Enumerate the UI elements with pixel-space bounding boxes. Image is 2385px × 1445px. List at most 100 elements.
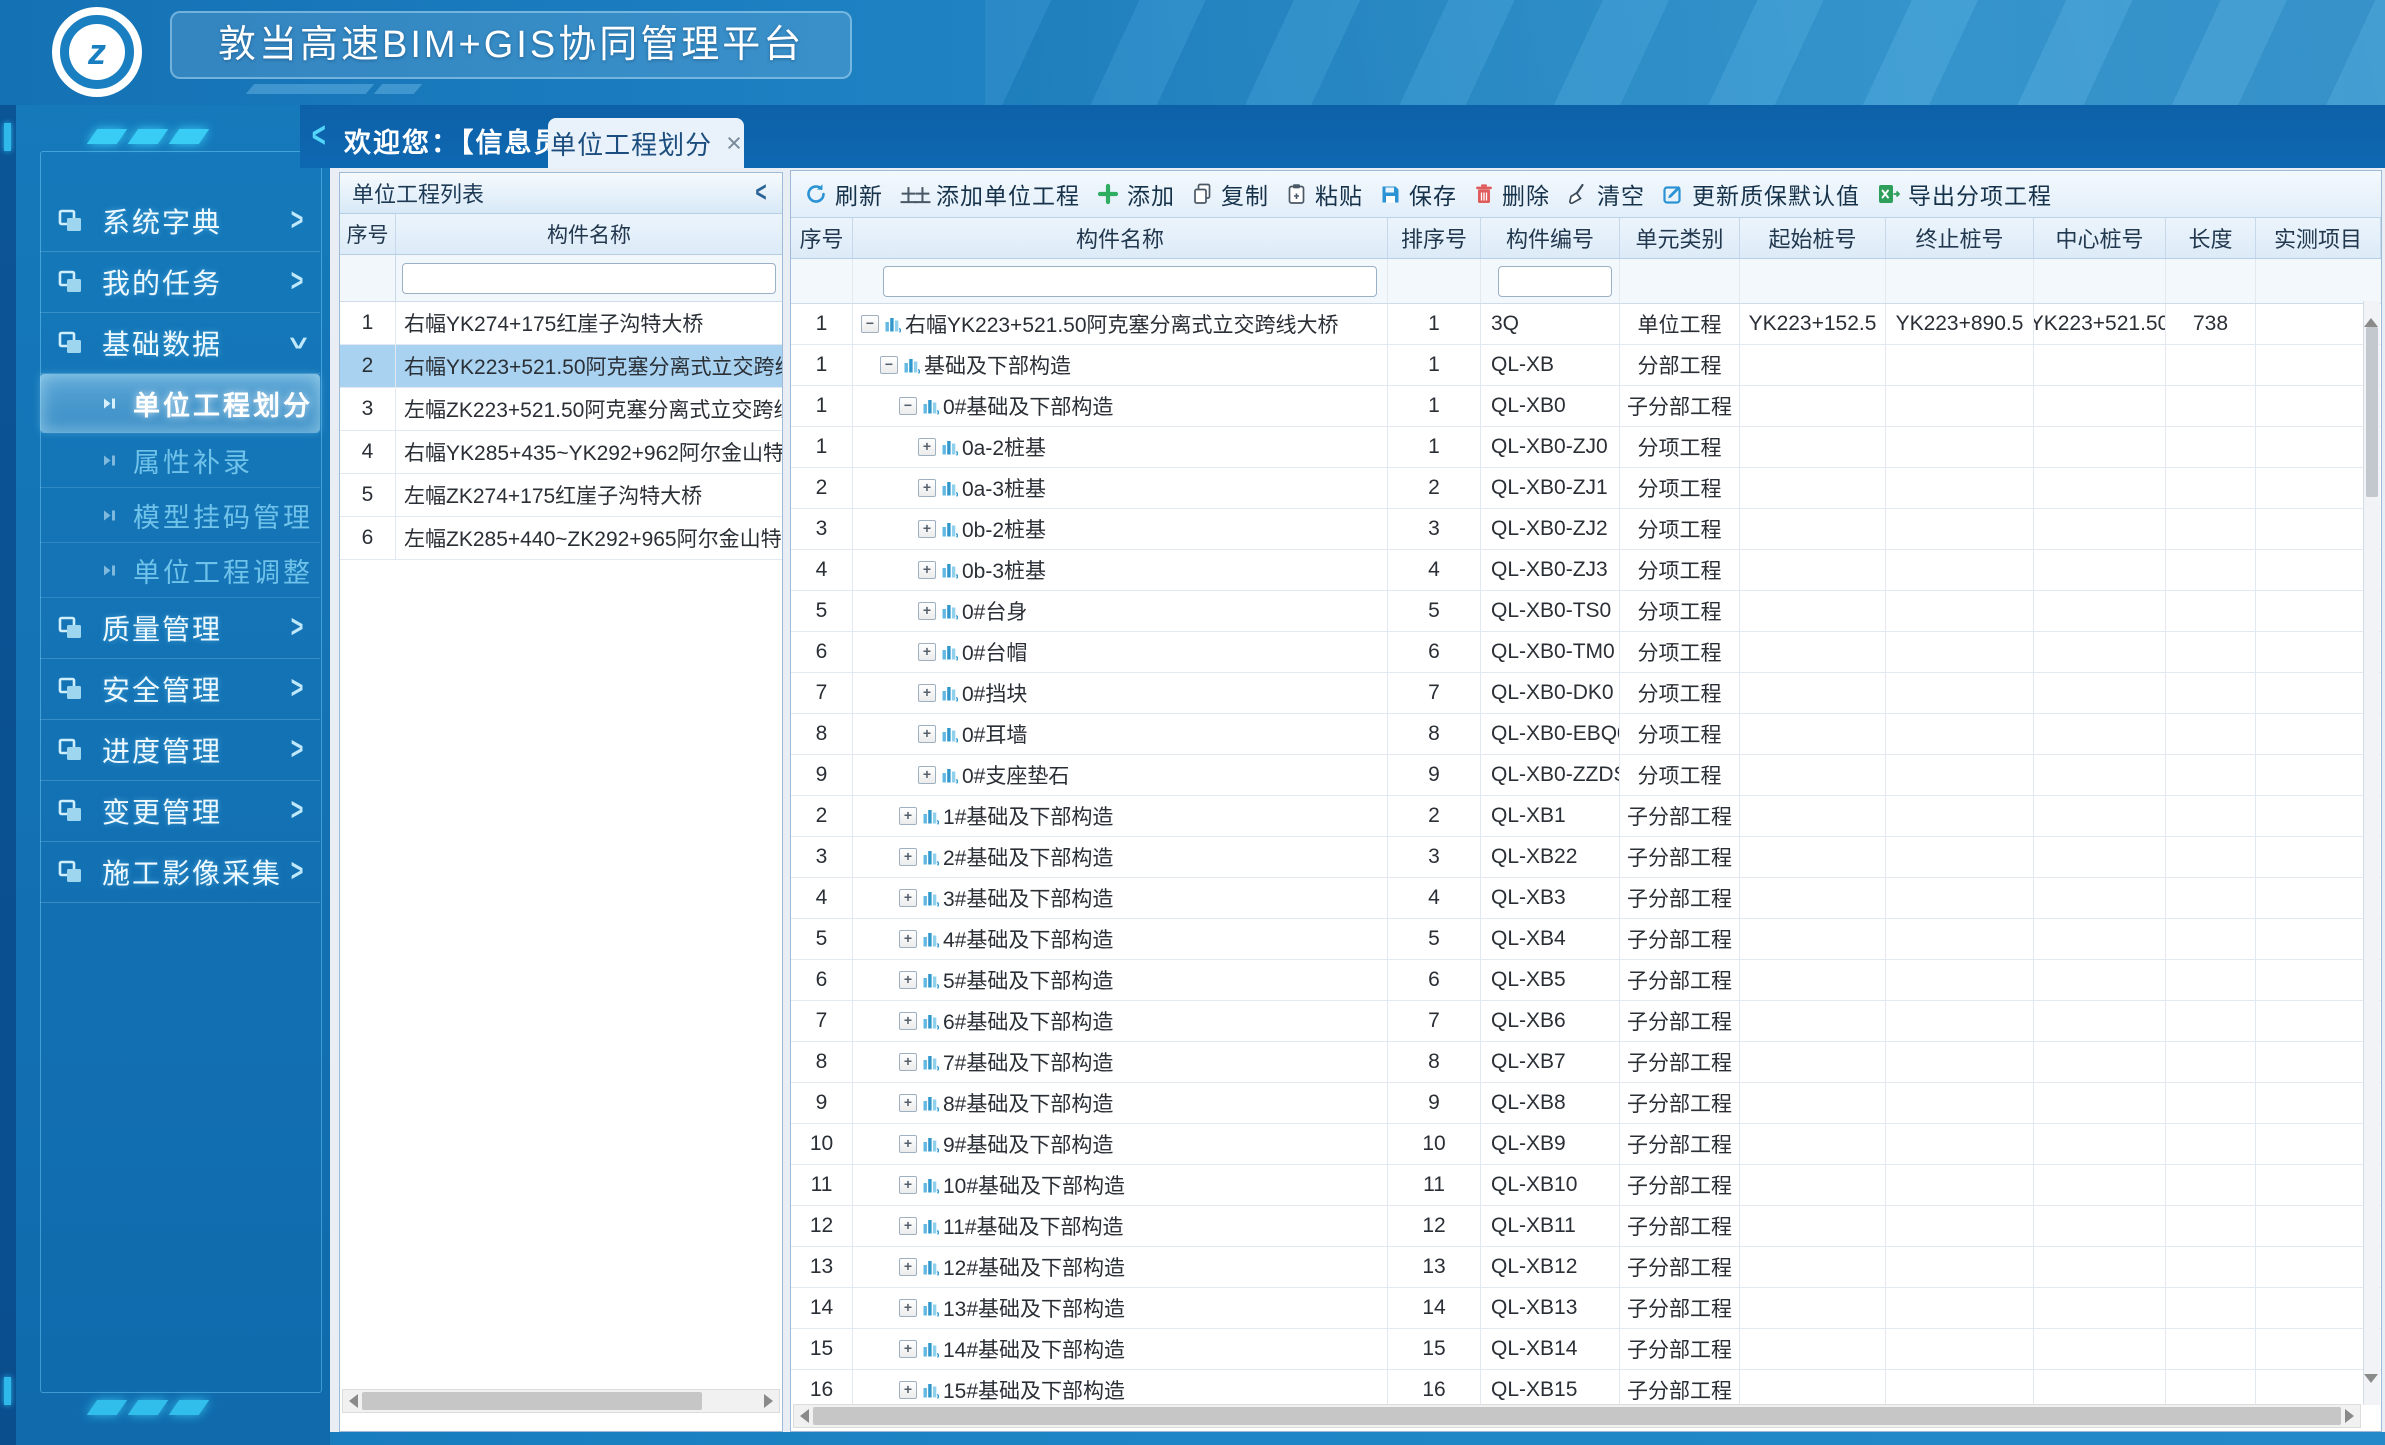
expand-icon[interactable]: + (918, 684, 936, 702)
expand-icon[interactable]: + (918, 725, 936, 743)
sidebar-subitem[interactable]: 属性补录 (40, 433, 320, 488)
expand-icon[interactable]: + (899, 1094, 917, 1112)
tab-unit-division[interactable]: 单位工程划分 × (548, 118, 744, 168)
name-filter-input[interactable] (883, 266, 1377, 297)
sidebar-item[interactable]: 变更管理> (40, 781, 320, 842)
table-row[interactable]: 5+4#基础及下部构造5QL-XB4子分部工程 (791, 919, 2381, 960)
expand-icon[interactable]: + (899, 1176, 917, 1194)
expand-icon[interactable]: + (918, 479, 936, 497)
expand-icon[interactable]: + (899, 930, 917, 948)
sidebar-item[interactable]: 系统字典> (40, 191, 320, 252)
expand-icon[interactable]: + (918, 561, 936, 579)
table-row[interactable]: 8+0#耳墙8QL-XB0-EBQ0分项工程 (791, 714, 2381, 755)
table-row[interactable]: 4+3#基础及下部构造4QL-XB3子分部工程 (791, 878, 2381, 919)
sidebar-item[interactable]: 进度管理> (40, 720, 320, 781)
expand-icon[interactable]: + (918, 520, 936, 538)
expand-icon[interactable]: + (899, 1135, 917, 1153)
collapse-panel-icon[interactable]: < (755, 176, 766, 210)
table-row[interactable]: 1−基础及下部构造1QL-XB分部工程 (791, 345, 2381, 386)
expand-icon[interactable]: + (899, 1340, 917, 1358)
sidebar-item[interactable]: 质量管理> (40, 598, 320, 659)
scroll-down-icon[interactable] (2364, 1383, 2380, 1405)
scroll-up-icon[interactable] (2364, 301, 2380, 323)
scroll-right-icon[interactable] (764, 1394, 773, 1408)
table-row[interactable]: 10+9#基础及下部构造10QL-XB9子分部工程 (791, 1124, 2381, 1165)
expand-icon[interactable]: + (899, 1299, 917, 1317)
collapse-icon[interactable]: − (880, 356, 898, 374)
table-row[interactable]: 1−右幅YK223+521.50阿克塞分离式立交跨线大桥13Q单位工程YK223… (791, 304, 2381, 345)
excel-button[interactable]: 导出分项工程 (1877, 176, 2052, 212)
table-row[interactable]: 12+11#基础及下部构造12QL-XB11子分部工程 (791, 1206, 2381, 1247)
edit-button[interactable]: 更新质保默认值 (1662, 176, 1860, 212)
sidebar-item[interactable]: 安全管理> (40, 659, 320, 720)
table-row[interactable]: 3+2#基础及下部构造3QL-XB22子分部工程 (791, 837, 2381, 878)
sidebar-subitem[interactable]: 模型挂码管理 (40, 488, 320, 543)
table-row[interactable]: 7+0#挡块7QL-XB0-DK0分项工程 (791, 673, 2381, 714)
collapse-icon[interactable]: − (899, 397, 917, 415)
h-scroll-thumb[interactable] (362, 1392, 702, 1410)
table-row[interactable]: 6+0#台帽6QL-XB0-TM0分项工程 (791, 632, 2381, 673)
expand-icon[interactable]: + (899, 807, 917, 825)
list-item[interactable]: 6左幅ZK285+440~ZK292+965阿尔金山特长隧道 (340, 517, 782, 560)
list-item[interactable]: 1右幅YK274+175红崖子沟特大桥 (340, 302, 782, 345)
tab-close-icon[interactable]: × (726, 128, 742, 159)
clear-button[interactable]: 清空 (1567, 176, 1645, 212)
expand-icon[interactable]: + (899, 889, 917, 907)
list-item[interactable]: 3左幅ZK223+521.50阿克塞分离式立交跨线大桥 (340, 388, 782, 431)
table-row[interactable]: 14+13#基础及下部构造14QL-XB13子分部工程 (791, 1288, 2381, 1329)
v-scrollbar[interactable] (2363, 301, 2380, 1405)
expand-icon[interactable]: + (918, 766, 936, 784)
table-row[interactable]: 8+7#基础及下部构造8QL-XB7子分部工程 (791, 1042, 2381, 1083)
paste-button[interactable]: 粘贴 (1286, 176, 1363, 212)
table-row[interactable]: 1−0#基础及下部构造1QL-XB0子分部工程 (791, 386, 2381, 427)
expand-icon[interactable]: + (918, 602, 936, 620)
table-row[interactable]: 7+6#基础及下部构造7QL-XB6子分部工程 (791, 1001, 2381, 1042)
sidebar-item[interactable]: 施工影像采集> (40, 842, 320, 903)
delete-button[interactable]: 删除 (1474, 176, 1550, 212)
table-row[interactable]: 3+0b-2桩基3QL-XB0-ZJ2分项工程 (791, 509, 2381, 550)
table-row[interactable]: 15+14#基础及下部构造15QL-XB14子分部工程 (791, 1329, 2381, 1370)
sidebar-subitem[interactable]: 单位工程划分 (40, 374, 320, 433)
table-row[interactable]: 2+1#基础及下部构造2QL-XB1子分部工程 (791, 796, 2381, 837)
scroll-left-icon[interactable] (349, 1394, 358, 1408)
h-scrollbar[interactable] (342, 1389, 780, 1413)
expand-icon[interactable]: + (918, 438, 936, 456)
save-button[interactable]: 保存 (1380, 176, 1457, 212)
expand-icon[interactable]: + (899, 848, 917, 866)
expand-icon[interactable]: + (899, 971, 917, 989)
sidebar-item[interactable]: 基础数据> (40, 313, 320, 374)
expand-icon[interactable]: + (899, 1012, 917, 1030)
table-row[interactable]: 9+8#基础及下部构造9QL-XB8子分部工程 (791, 1083, 2381, 1124)
collapse-icon[interactable]: − (861, 315, 879, 333)
table-row[interactable]: 2+0a-3桩基2QL-XB0-ZJ1分项工程 (791, 468, 2381, 509)
sidebar-subitem[interactable]: 单位工程调整 (40, 543, 320, 598)
table-row[interactable]: 13+12#基础及下部构造13QL-XB12子分部工程 (791, 1247, 2381, 1288)
table-row[interactable]: 9+0#支座垫石9QL-XB0-ZZDS0分项工程 (791, 755, 2381, 796)
scroll-right-icon[interactable] (2345, 1409, 2354, 1423)
add-button[interactable]: 添加 (1097, 176, 1175, 212)
sidebar-item[interactable]: 我的任务> (40, 252, 320, 313)
table-row[interactable]: 1+0a-2桩基1QL-XB0-ZJ0分项工程 (791, 427, 2381, 468)
copy-button[interactable]: 复制 (1192, 176, 1269, 212)
expand-icon[interactable]: + (899, 1217, 917, 1235)
table-row[interactable]: 5+0#台身5QL-XB0-TS0分项工程 (791, 591, 2381, 632)
table-row[interactable]: 6+5#基础及下部构造6QL-XB5子分部工程 (791, 960, 2381, 1001)
expand-icon[interactable]: + (899, 1381, 917, 1399)
left-name-filter-input[interactable] (402, 263, 776, 294)
refresh-button[interactable]: 刷新 (805, 176, 883, 212)
expand-icon[interactable]: + (899, 1258, 917, 1276)
code-filter-input[interactable] (1498, 266, 1612, 297)
table-row[interactable]: 11+10#基础及下部构造11QL-XB10子分部工程 (791, 1165, 2381, 1206)
expand-icon[interactable]: + (918, 643, 936, 661)
scroll-left-icon[interactable] (800, 1409, 809, 1423)
v-scroll-thumb[interactable] (2366, 327, 2378, 497)
table-row[interactable]: 4+0b-3桩基4QL-XB0-ZJ3分项工程 (791, 550, 2381, 591)
list-item[interactable]: 2右幅YK223+521.50阿克塞分离式立交跨线大桥 (340, 345, 782, 388)
expand-icon[interactable]: + (899, 1053, 917, 1071)
list-item[interactable]: 4右幅YK285+435~YK292+962阿尔金山特长隧道 (340, 431, 782, 474)
back-chevron-icon[interactable]: < (312, 116, 326, 157)
table-row[interactable]: 16+15#基础及下部构造16QL-XB15子分部工程 (791, 1370, 2381, 1408)
h-scroll-thumb[interactable] (813, 1407, 2341, 1425)
h-scrollbar[interactable] (793, 1404, 2361, 1428)
list-item[interactable]: 5左幅ZK274+175红崖子沟特大桥 (340, 474, 782, 517)
